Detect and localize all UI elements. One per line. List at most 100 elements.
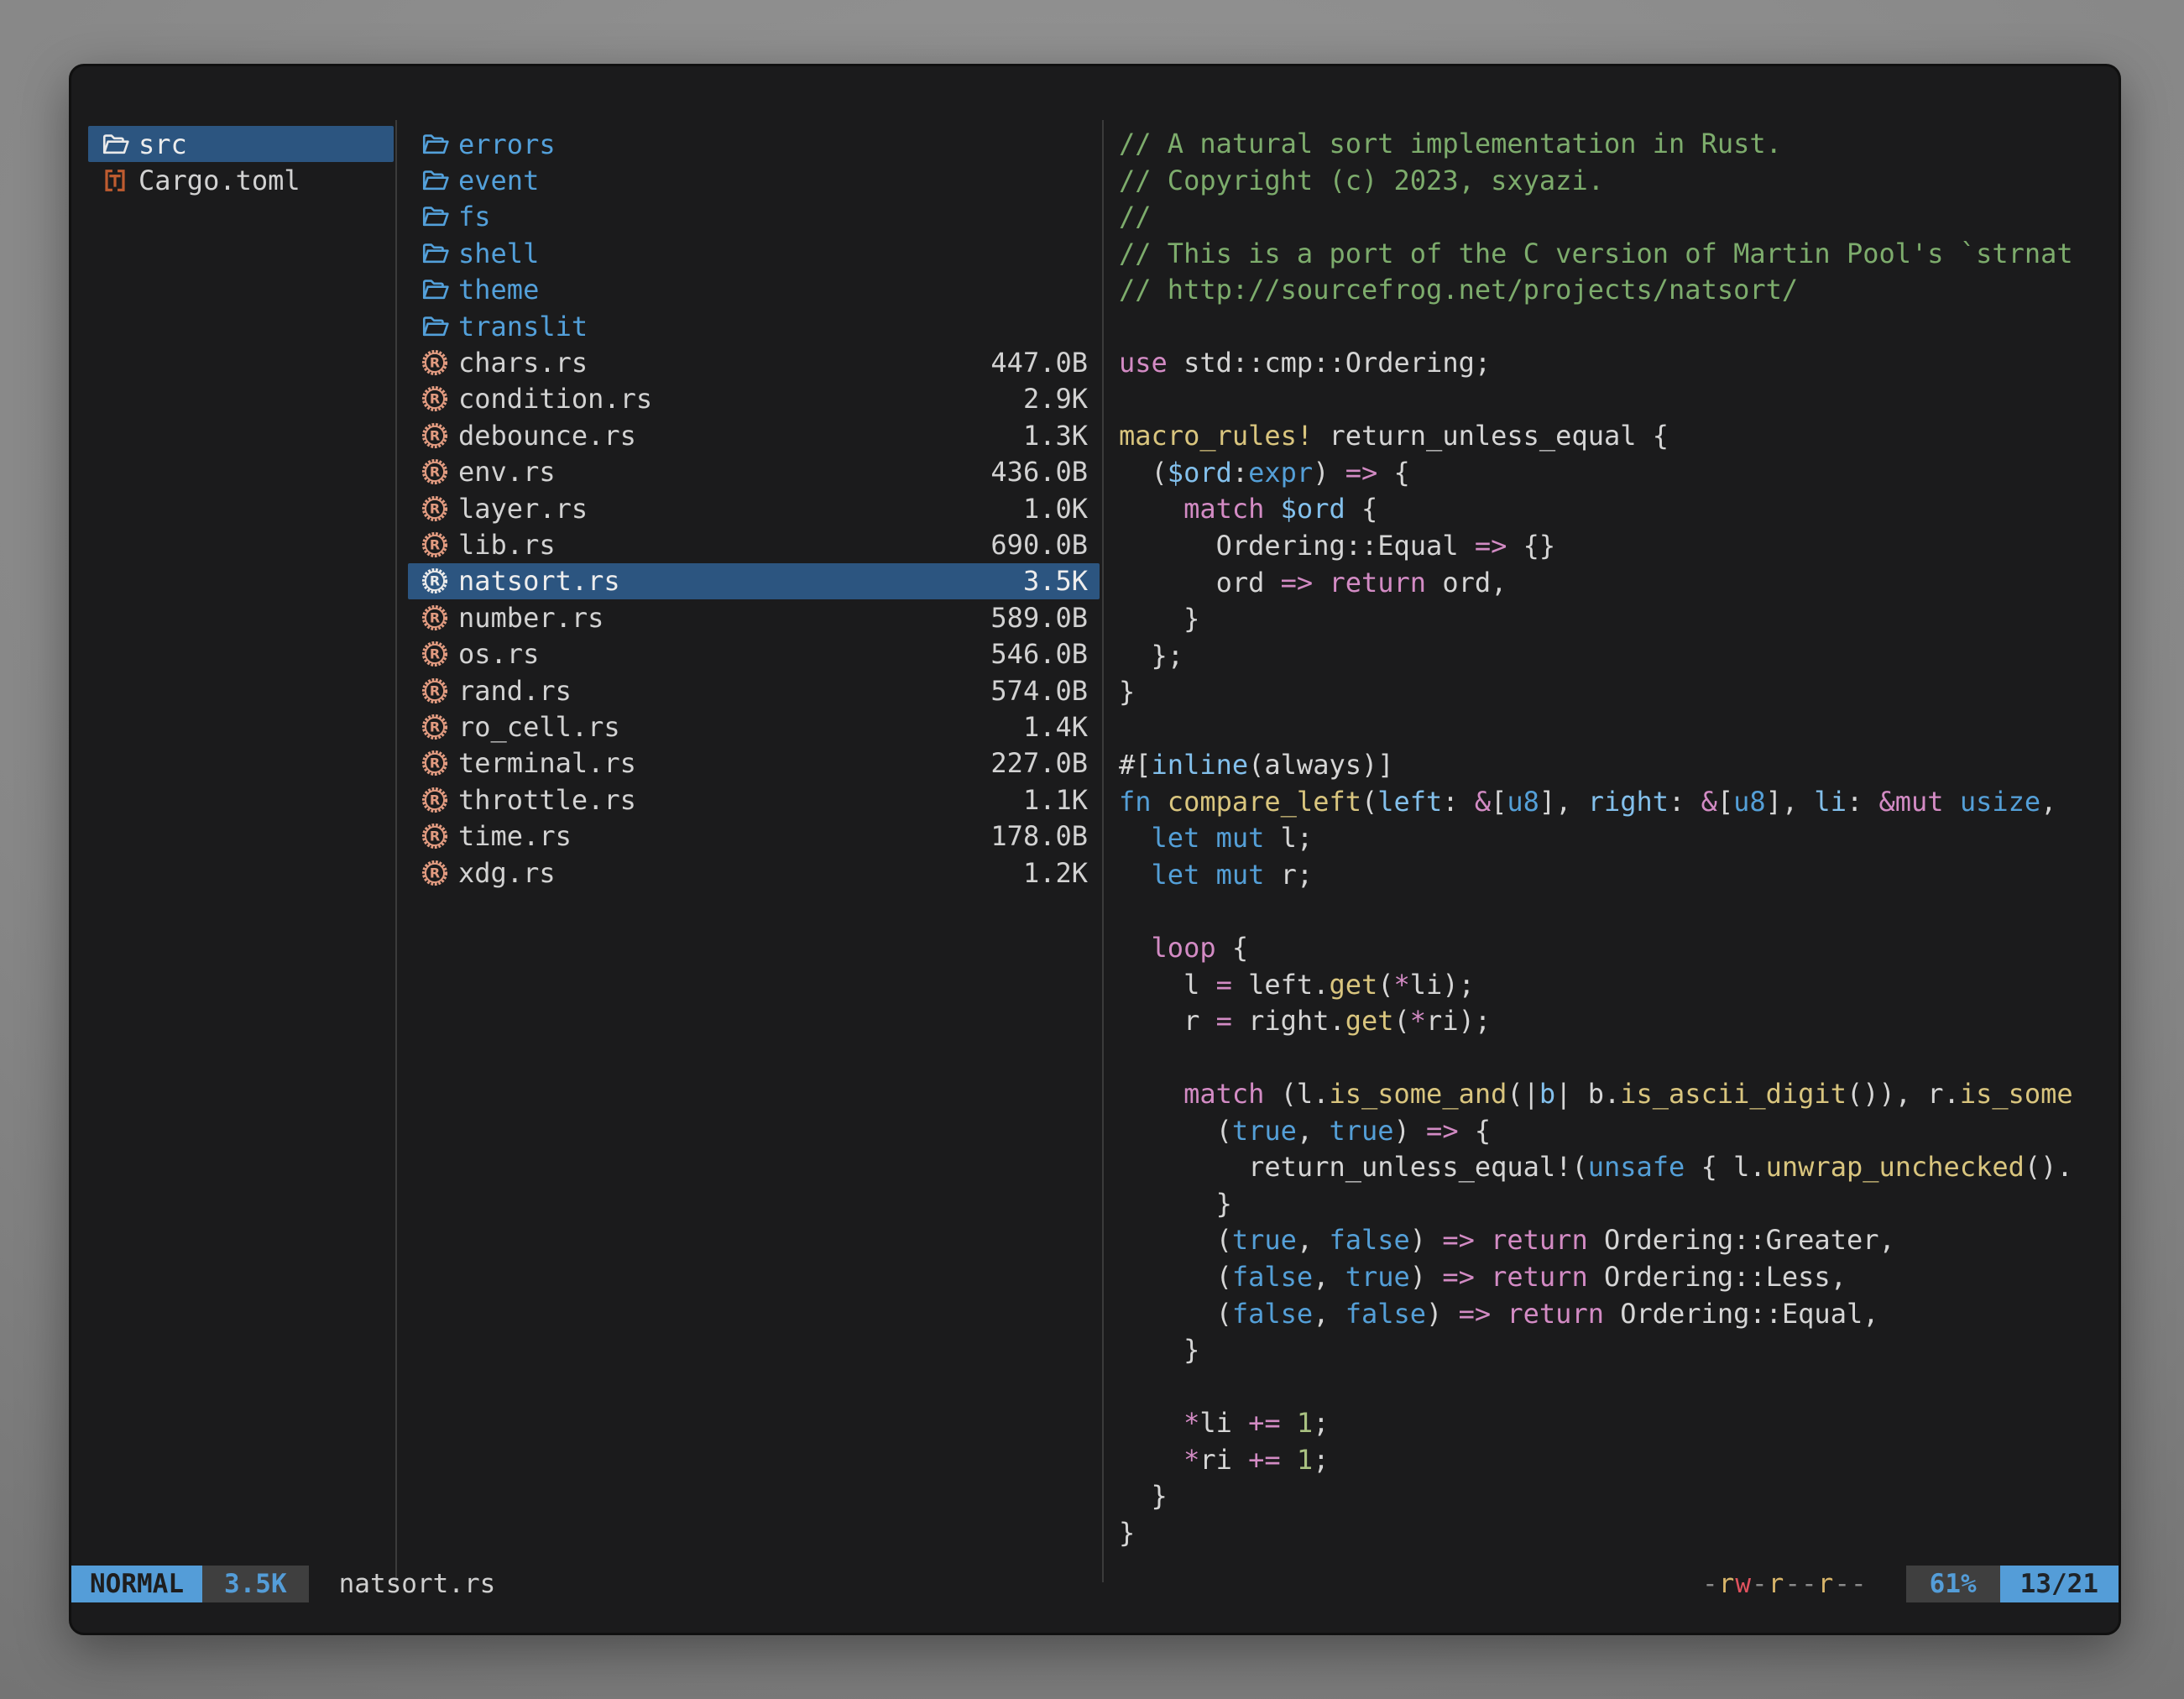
dir-row-translit[interactable]: translit (408, 308, 1100, 344)
code-line: }; (1119, 638, 2106, 675)
entry-size: 589.0B (990, 602, 1088, 634)
code-line: Ordering::Equal => {} (1119, 528, 2106, 565)
code-line: (true, true) => { (1119, 1113, 2106, 1150)
entry-name: lib.rs (458, 529, 556, 561)
entry-name: ro_cell.rs (458, 711, 620, 743)
folder-icon (421, 241, 458, 266)
code-line: ($ord:expr) => { (1119, 455, 2106, 492)
entry-name: number.rs (458, 602, 603, 634)
code-line: ord => return ord, (1119, 565, 2106, 602)
svg-text:R: R (430, 646, 440, 662)
entry-name: env.rs (458, 456, 556, 488)
file-row-layer.rs[interactable]: Rlayer.rs 1.0K (408, 490, 1100, 526)
code-line: l = left.get(*li); (1119, 967, 2106, 1004)
dir-row-src[interactable]: src (88, 126, 394, 162)
code-line: use std::cmp::Ordering; (1119, 345, 2106, 382)
rust-icon: R (421, 567, 458, 594)
code-line: *ri += 1; (1119, 1442, 2106, 1479)
code-line: // Copyright (c) 2023, sxyazi. (1119, 163, 2106, 200)
dir-row-errors[interactable]: errors (408, 126, 1100, 162)
rust-icon: R (421, 458, 458, 485)
svg-text:R: R (430, 500, 440, 516)
svg-text:R: R (430, 609, 440, 625)
folder-icon (421, 132, 458, 157)
svg-text:R: R (430, 719, 440, 735)
entry-name: rand.rs (458, 675, 572, 707)
entry-name: event (458, 165, 539, 196)
code-line (1119, 1369, 2106, 1406)
scroll-percent-badge: 61% (1906, 1566, 2000, 1602)
rust-icon: R (421, 860, 458, 886)
entry-name: xdg.rs (458, 857, 556, 889)
file-row-throttle.rs[interactable]: Rthrottle.rs1.1K (408, 782, 1100, 818)
dir-row-shell[interactable]: shell (408, 235, 1100, 271)
code-line (1119, 893, 2106, 930)
entry-size: 690.0B (990, 529, 1088, 561)
rust-icon: R (421, 385, 458, 412)
file-row-time.rs[interactable]: Rtime.rs178.0B (408, 818, 1100, 854)
file-row-condition.rs[interactable]: Rcondition.rs2.9K (408, 381, 1100, 417)
entry-size: 178.0B (990, 820, 1088, 852)
entry-size: 447.0B (990, 347, 1088, 379)
rust-icon: R (421, 714, 458, 740)
entry-name: errors (458, 128, 556, 160)
svg-text:R: R (430, 355, 440, 371)
file-row-terminal.rs[interactable]: Rterminal.rs227.0B (408, 745, 1100, 782)
file-row-Cargo.toml[interactable]: Cargo.toml (88, 162, 394, 198)
code-line: match $ord { (1119, 491, 2106, 528)
code-line: } (1119, 674, 2106, 711)
file-row-debounce.rs[interactable]: Rdebounce.rs1.3K (408, 417, 1100, 453)
file-row-lib.rs[interactable]: Rlib.rs 690.0B (408, 526, 1100, 562)
code-line (1119, 1040, 2106, 1077)
entry-name: shell (458, 238, 539, 269)
entry-name: layer.rs (458, 493, 588, 525)
entry-size: 1.0K (1023, 493, 1088, 525)
svg-text:R: R (430, 682, 440, 698)
file-row-os.rs[interactable]: Ros.rs546.0B (408, 635, 1100, 672)
file-row-ro_cell.rs[interactable]: Rro_cell.rs1.4K (408, 708, 1100, 745)
svg-text:R: R (430, 391, 440, 407)
file-manager-window: srcCargo.toml errors eventfsshellthemetra… (69, 64, 2121, 1635)
file-size-badge: 3.5K (202, 1566, 309, 1602)
entry-name: terminal.rs (458, 747, 636, 779)
dir-row-fs[interactable]: fs (408, 199, 1100, 235)
pane-divider (395, 120, 397, 1582)
code-line: match (l.is_some_and(|b| b.is_ascii_digi… (1119, 1076, 2106, 1113)
rust-icon: R (421, 604, 458, 631)
file-row-natsort.rs[interactable]: Rnatsort.rs3.5K (408, 563, 1100, 599)
code-line (1119, 309, 2106, 346)
folder-icon (421, 204, 458, 229)
entry-size: 227.0B (990, 747, 1088, 779)
entry-name: src (138, 128, 187, 160)
svg-text:R: R (430, 865, 440, 881)
code-line: } (1119, 1515, 2106, 1552)
pane-divider (1102, 120, 1104, 1582)
toml-icon (102, 167, 138, 194)
entry-size: 3.5K (1023, 565, 1088, 597)
code-line: r = right.get(*ri); (1119, 1003, 2106, 1040)
rust-icon: R (421, 495, 458, 522)
code-line: #[inline(always)] (1119, 747, 2106, 784)
file-row-env.rs[interactable]: Renv.rs 436.0B (408, 454, 1100, 490)
entry-size: 2.9K (1023, 383, 1088, 415)
rust-icon: R (421, 422, 458, 449)
code-line: } (1119, 1332, 2106, 1369)
file-row-number.rs[interactable]: Rnumber.rs 589.0B (408, 599, 1100, 635)
rust-icon: R (421, 349, 458, 376)
dir-row-event[interactable]: event (408, 162, 1100, 198)
dir-row-theme[interactable]: theme (408, 272, 1100, 308)
file-row-xdg.rs[interactable]: Rxdg.rs 1.2K (408, 855, 1100, 891)
folder-icon (421, 277, 458, 302)
code-line (1119, 382, 2106, 419)
svg-text:R: R (430, 464, 440, 480)
folder-icon (421, 168, 458, 193)
cursor-position-badge: 13/21 (2000, 1566, 2119, 1602)
file-row-chars.rs[interactable]: Rchars.rs447.0B (408, 344, 1100, 380)
entry-size: 1.2K (1023, 857, 1088, 889)
entry-name: throttle.rs (458, 784, 636, 816)
code-line: } (1119, 1478, 2106, 1515)
entry-size: 436.0B (990, 456, 1088, 488)
rust-icon: R (421, 531, 458, 558)
code-line: *li += 1; (1119, 1405, 2106, 1442)
file-row-rand.rs[interactable]: Rrand.rs574.0B (408, 672, 1100, 708)
